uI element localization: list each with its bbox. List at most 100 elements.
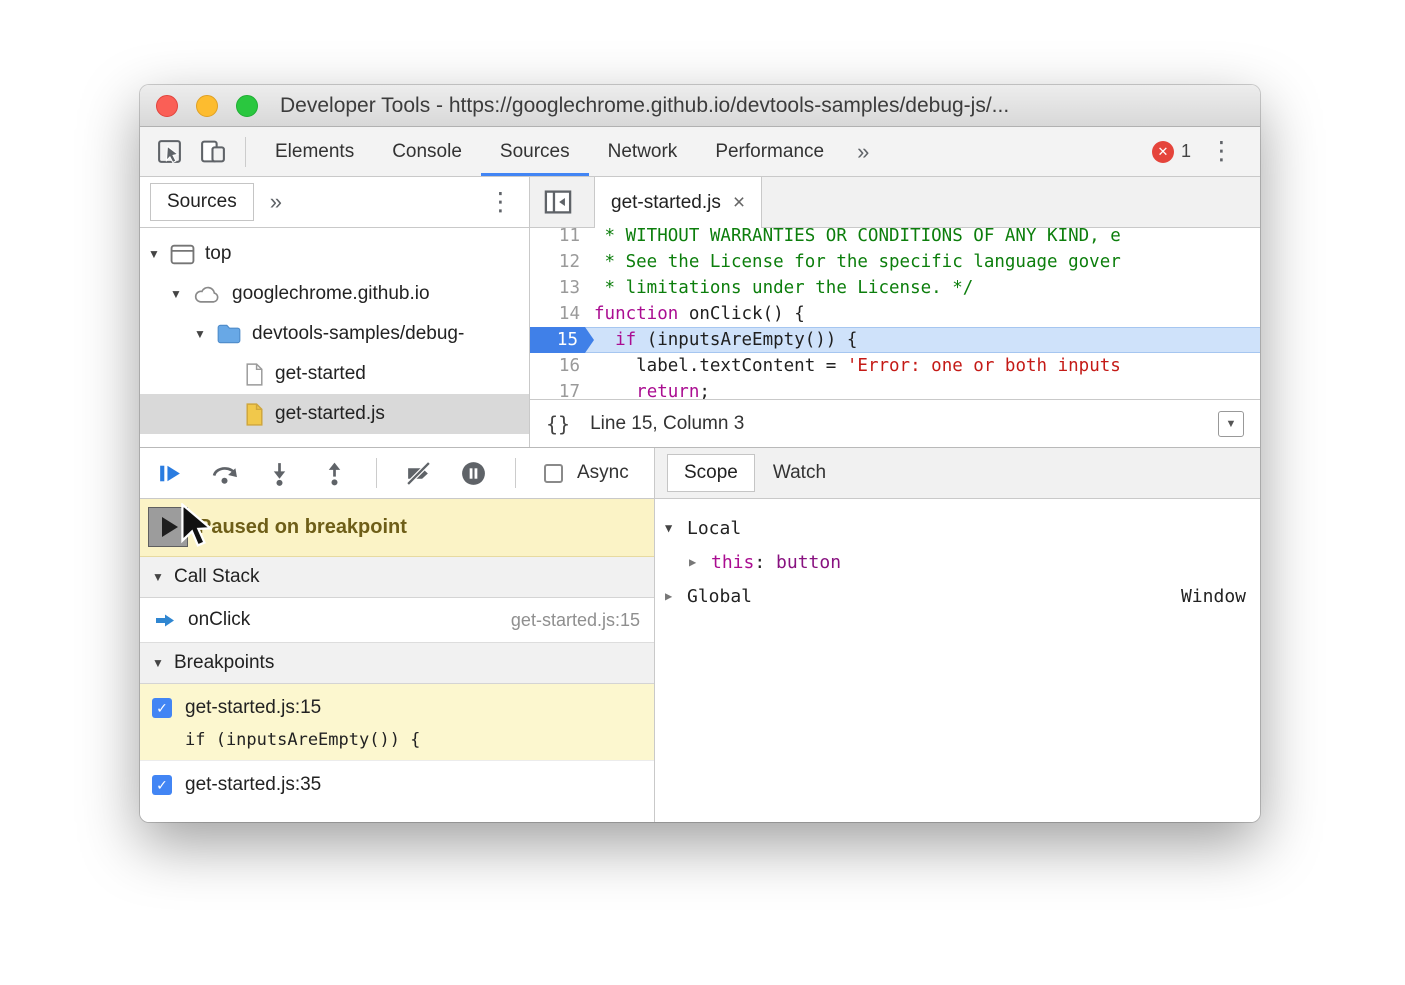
breakpoint-checkbox[interactable]: ✓ [152, 698, 172, 718]
triangle-down-icon: ▼ [1226, 418, 1237, 430]
code-editor[interactable]: 11 * WITHOUT WARRANTIES OR CONDITIONS OF… [530, 228, 1260, 399]
file-icon [244, 362, 265, 387]
tab-sources-sidebar[interactable]: Sources [150, 183, 254, 221]
device-toolbar-button[interactable] [191, 127, 235, 176]
scope-section-name: Local [687, 518, 741, 539]
scope-section-global[interactable]: ▶ Global Window [655, 579, 1260, 613]
breakpoint-location: get-started.js:15 [185, 697, 321, 719]
tree-item-origin[interactable]: ▼ googlechrome.github.io [140, 274, 529, 314]
editor-status-bar: {} Line 15, Column 3 ▼ [530, 399, 1260, 447]
line-number-gutter[interactable]: 13 [530, 275, 594, 301]
breakpoint-item[interactable]: ✓ get-started.js:35 [140, 761, 654, 822]
scope-var-this[interactable]: ▶ this: button [655, 545, 1260, 579]
toolbar-separator [515, 458, 516, 488]
code-line: 13 * limitations under the License. */ [530, 275, 1260, 301]
breakpoint-location: get-started.js:35 [185, 774, 321, 796]
code-line: 12 * See the License for the specific la… [530, 249, 1260, 275]
inspect-element-button[interactable] [148, 127, 191, 176]
tree-item-top[interactable]: ▼ top [140, 234, 529, 274]
step-out-icon [321, 460, 348, 487]
more-panels-button[interactable]: » [843, 127, 883, 176]
scope-pane: Scope Watch ▼ Local ▶ this: button ▶ Glo… [655, 448, 1260, 822]
line-number-gutter[interactable]: 16 [530, 353, 594, 379]
breakpoint-item[interactable]: ✓ get-started.js:15 if (inputsAreEmpty()… [140, 684, 654, 761]
close-tab-icon[interactable]: × [733, 191, 745, 215]
tree-item-label: googlechrome.github.io [232, 283, 430, 305]
expand-icon[interactable]: ▶ [689, 555, 711, 569]
debugger-toolbar: Async [140, 448, 654, 499]
code-line: 17 return; [530, 379, 1260, 399]
step-into-button[interactable] [266, 460, 293, 487]
paused-message: Paused on breakpoint [198, 516, 407, 539]
device-toolbar-icon [199, 138, 227, 165]
async-checkbox[interactable] [544, 464, 563, 483]
tree-item-label: get-started.js [275, 403, 385, 425]
devtools-toolbar: Elements Console Sources Network Perform… [140, 127, 1260, 177]
panel-tabs: Elements Console Sources Network Perform… [256, 127, 883, 176]
pause-on-exceptions-button[interactable] [460, 460, 487, 487]
error-count: 1 [1181, 141, 1191, 162]
folder-icon [216, 323, 242, 345]
zoom-window-button[interactable] [236, 95, 258, 117]
frame-location: get-started.js:15 [511, 610, 640, 631]
pretty-print-button[interactable]: {} [546, 412, 570, 436]
collapse-icon[interactable]: ▼ [152, 656, 174, 670]
minimize-window-button[interactable] [196, 95, 218, 117]
step-over-button[interactable] [211, 460, 238, 487]
tree-item-folder[interactable]: ▼ devtools-samples/debug- [140, 314, 529, 354]
collapse-icon[interactable]: ▼ [152, 570, 174, 584]
line-number-gutter[interactable]: 12 [530, 249, 594, 275]
breakpoints-header[interactable]: ▼ Breakpoints [140, 643, 654, 684]
line-number-gutter[interactable]: 17 [530, 379, 594, 399]
collapse-icon[interactable]: ▼ [665, 521, 687, 535]
frame-function-name: onClick [188, 609, 499, 631]
expand-icon[interactable]: ▶ [665, 589, 687, 603]
tab-console[interactable]: Console [373, 127, 481, 176]
paused-banner: Paused on breakpoint [140, 499, 654, 557]
error-badge-icon[interactable]: ✕ [1152, 141, 1174, 163]
breakpoint-code: if (inputsAreEmpty()) { [185, 730, 642, 750]
expand-icon[interactable]: ▼ [170, 287, 192, 301]
breakpoint-checkbox[interactable]: ✓ [152, 775, 172, 795]
play-icon [162, 517, 178, 537]
tab-network[interactable]: Network [589, 127, 697, 176]
sources-bottom-split: Async Paused on breakpoint ▼ Call Stack [140, 448, 1260, 822]
page-background: Developer Tools - https://googlechrome.g… [0, 0, 1405, 985]
line-number-gutter[interactable]: 14 [530, 301, 594, 327]
tree-item-get-started[interactable]: get-started [140, 354, 529, 394]
call-stack-header[interactable]: ▼ Call Stack [140, 557, 654, 598]
mouse-cursor-icon [180, 503, 212, 551]
step-into-icon [266, 460, 293, 487]
call-stack-title: Call Stack [174, 566, 260, 588]
tab-performance[interactable]: Performance [696, 127, 843, 176]
tab-scope[interactable]: Scope [667, 454, 755, 492]
titlebar: Developer Tools - https://googlechrome.g… [140, 85, 1260, 127]
deactivate-breakpoints-button[interactable] [405, 460, 432, 487]
scope-section-local[interactable]: ▼ Local [655, 511, 1260, 545]
step-over-icon [211, 460, 238, 487]
editor-pane: get-started.js × 11 * WITHOUT WARRANTIES… [530, 177, 1260, 447]
editor-tab-get-started-js[interactable]: get-started.js × [594, 177, 762, 228]
tree-item-label: devtools-samples/debug- [252, 323, 464, 345]
tree-item-get-started-js[interactable]: get-started.js [140, 394, 529, 434]
pause-on-exceptions-icon [460, 460, 487, 487]
call-stack-frame[interactable]: onClick get-started.js:15 [140, 598, 654, 643]
tab-sources[interactable]: Sources [481, 127, 589, 176]
more-sidebar-tabs-button[interactable]: » [270, 189, 282, 215]
expand-icon[interactable]: ▼ [194, 327, 216, 341]
tab-elements[interactable]: Elements [256, 127, 373, 176]
editor-options-icon[interactable]: ▼ [1218, 411, 1244, 437]
editor-tabbar: get-started.js × [530, 177, 1260, 228]
kebab-menu-icon[interactable]: ⋮ [1197, 139, 1246, 164]
close-window-button[interactable] [156, 95, 178, 117]
cursor-position: Line 15, Column 3 [590, 413, 744, 435]
resume-script-button[interactable] [156, 460, 183, 487]
sources-top-split: Sources » ⋮ ▼ top ▼ [140, 177, 1260, 448]
line-number-gutter[interactable]: 11 [530, 228, 594, 249]
expand-icon[interactable]: ▼ [148, 247, 170, 261]
execution-line-marker[interactable]: 15 [530, 327, 594, 353]
tab-watch[interactable]: Watch [755, 454, 844, 492]
navigator-kebab-icon[interactable]: ⋮ [482, 190, 519, 215]
step-out-button[interactable] [321, 460, 348, 487]
toggle-navigator-button[interactable] [530, 177, 586, 227]
